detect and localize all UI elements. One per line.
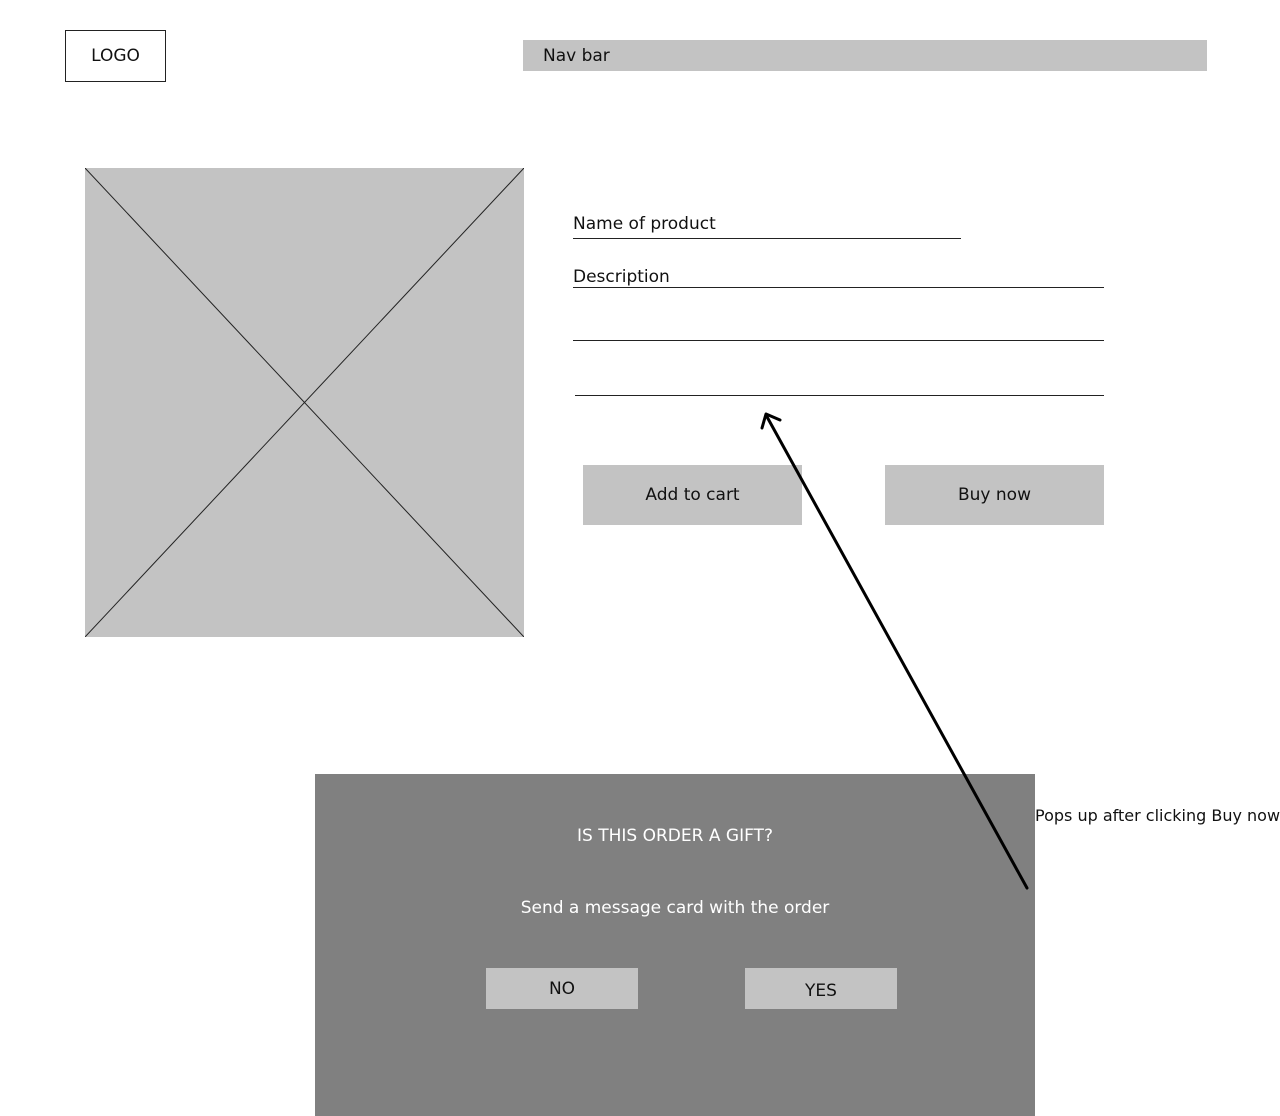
modal-subtitle: Send a message card with the order <box>520 898 830 918</box>
no-button-label: NO <box>548 978 576 999</box>
image-placeholder-icon <box>85 168 524 637</box>
yes-button-label: YES <box>805 980 837 1001</box>
description-line-1 <box>573 287 1104 288</box>
product-image-placeholder <box>85 168 524 637</box>
description-label: Description <box>573 267 670 287</box>
buy-now-button[interactable]: Buy now <box>885 465 1104 525</box>
annotation-note: Pops up after clicking Buy now <box>1035 806 1280 825</box>
modal-title: IS THIS ORDER A GIFT? <box>577 826 773 846</box>
logo[interactable]: LOGO <box>65 30 166 82</box>
description-line-3 <box>575 395 1104 396</box>
product-name-label: Name of product <box>573 214 716 234</box>
buy-now-label: Buy now <box>958 485 1031 505</box>
gift-modal: IS THIS ORDER A GIFT? Send a message car… <box>315 774 1035 1116</box>
yes-button[interactable]: YES <box>745 968 897 1009</box>
nav-bar-label: Nav bar <box>543 45 610 66</box>
add-to-cart-label: Add to cart <box>645 485 740 505</box>
product-name-underline <box>573 238 961 239</box>
no-button[interactable]: NO <box>486 968 638 1009</box>
nav-bar[interactable]: Nav bar <box>523 40 1207 71</box>
description-line-2 <box>573 340 1104 341</box>
add-to-cart-button[interactable]: Add to cart <box>583 465 802 525</box>
logo-label: LOGO <box>91 46 140 66</box>
